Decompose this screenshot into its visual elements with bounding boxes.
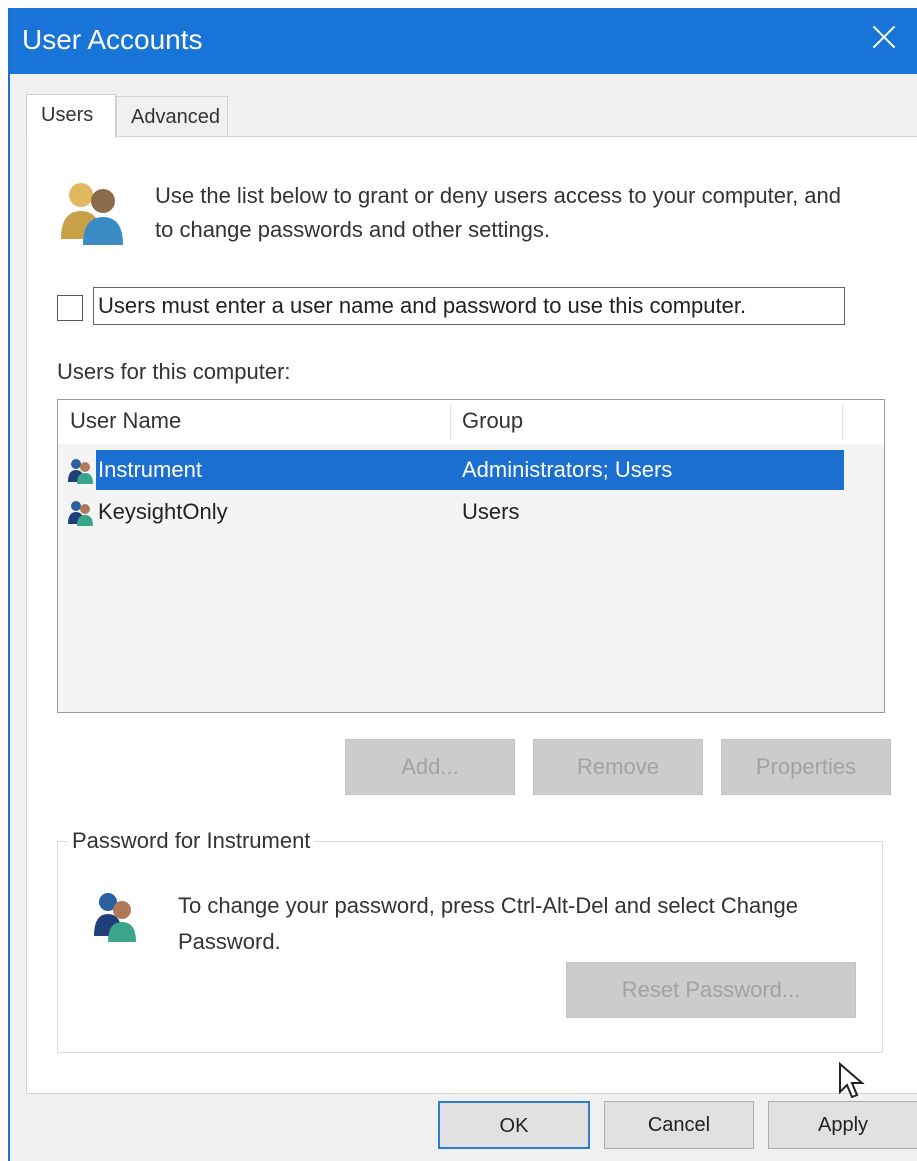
user-icon: [68, 501, 93, 526]
list-header: User Name Group: [58, 400, 884, 444]
password-instructions: To change your password, press Ctrl-Alt-…: [178, 893, 798, 954]
table-row[interactable]: KeysightOnly Users: [58, 492, 844, 532]
add-button[interactable]: Add...: [345, 739, 515, 795]
users-list-label: Users for this computer:: [57, 359, 291, 384]
password-group-title: Password for Instrument: [68, 828, 315, 854]
user-accounts-window: User Accounts Users Advanced Use the lis…: [8, 8, 917, 1161]
apply-button[interactable]: Apply: [768, 1101, 917, 1149]
require-login-label[interactable]: Users must enter a user name and passwor…: [93, 287, 845, 325]
column-divider[interactable]: [450, 404, 451, 440]
password-groupbox: Password for Instrument To change your p…: [57, 828, 883, 1053]
users-list[interactable]: User Name Group Instrument Administrator…: [57, 399, 885, 713]
close-icon[interactable]: [869, 22, 899, 52]
user-name-cell: Instrument: [98, 457, 202, 482]
users-group-icon: [61, 183, 123, 245]
intro-text: Use the list below to grant or deny user…: [155, 183, 842, 242]
ok-button[interactable]: OK: [438, 1101, 590, 1149]
properties-button[interactable]: Properties: [721, 739, 891, 795]
title-bar: User Accounts: [10, 8, 917, 74]
user-group-cell: Administrators; Users: [462, 457, 673, 482]
remove-button[interactable]: Remove: [533, 739, 703, 795]
column-header-group[interactable]: Group: [462, 408, 523, 434]
window-title: User Accounts: [22, 24, 203, 55]
user-icon: [68, 459, 93, 484]
column-divider[interactable]: [842, 404, 843, 440]
table-row[interactable]: Instrument Administrators; Users: [58, 450, 844, 490]
user-icon: [94, 893, 136, 942]
require-login-checkbox[interactable]: [57, 295, 83, 321]
column-header-username[interactable]: User Name: [70, 408, 181, 434]
user-name-cell: KeysightOnly: [98, 499, 228, 524]
user-group-cell: Users: [462, 499, 520, 524]
reset-password-button[interactable]: Reset Password...: [566, 962, 856, 1018]
mouse-cursor-icon: [839, 1062, 865, 1099]
cancel-button[interactable]: Cancel: [604, 1101, 754, 1149]
tab-advanced[interactable]: Advanced: [116, 96, 228, 136]
users-tab-panel: Use the list below to grant or deny user…: [26, 136, 917, 1094]
tab-users[interactable]: Users: [26, 94, 116, 138]
